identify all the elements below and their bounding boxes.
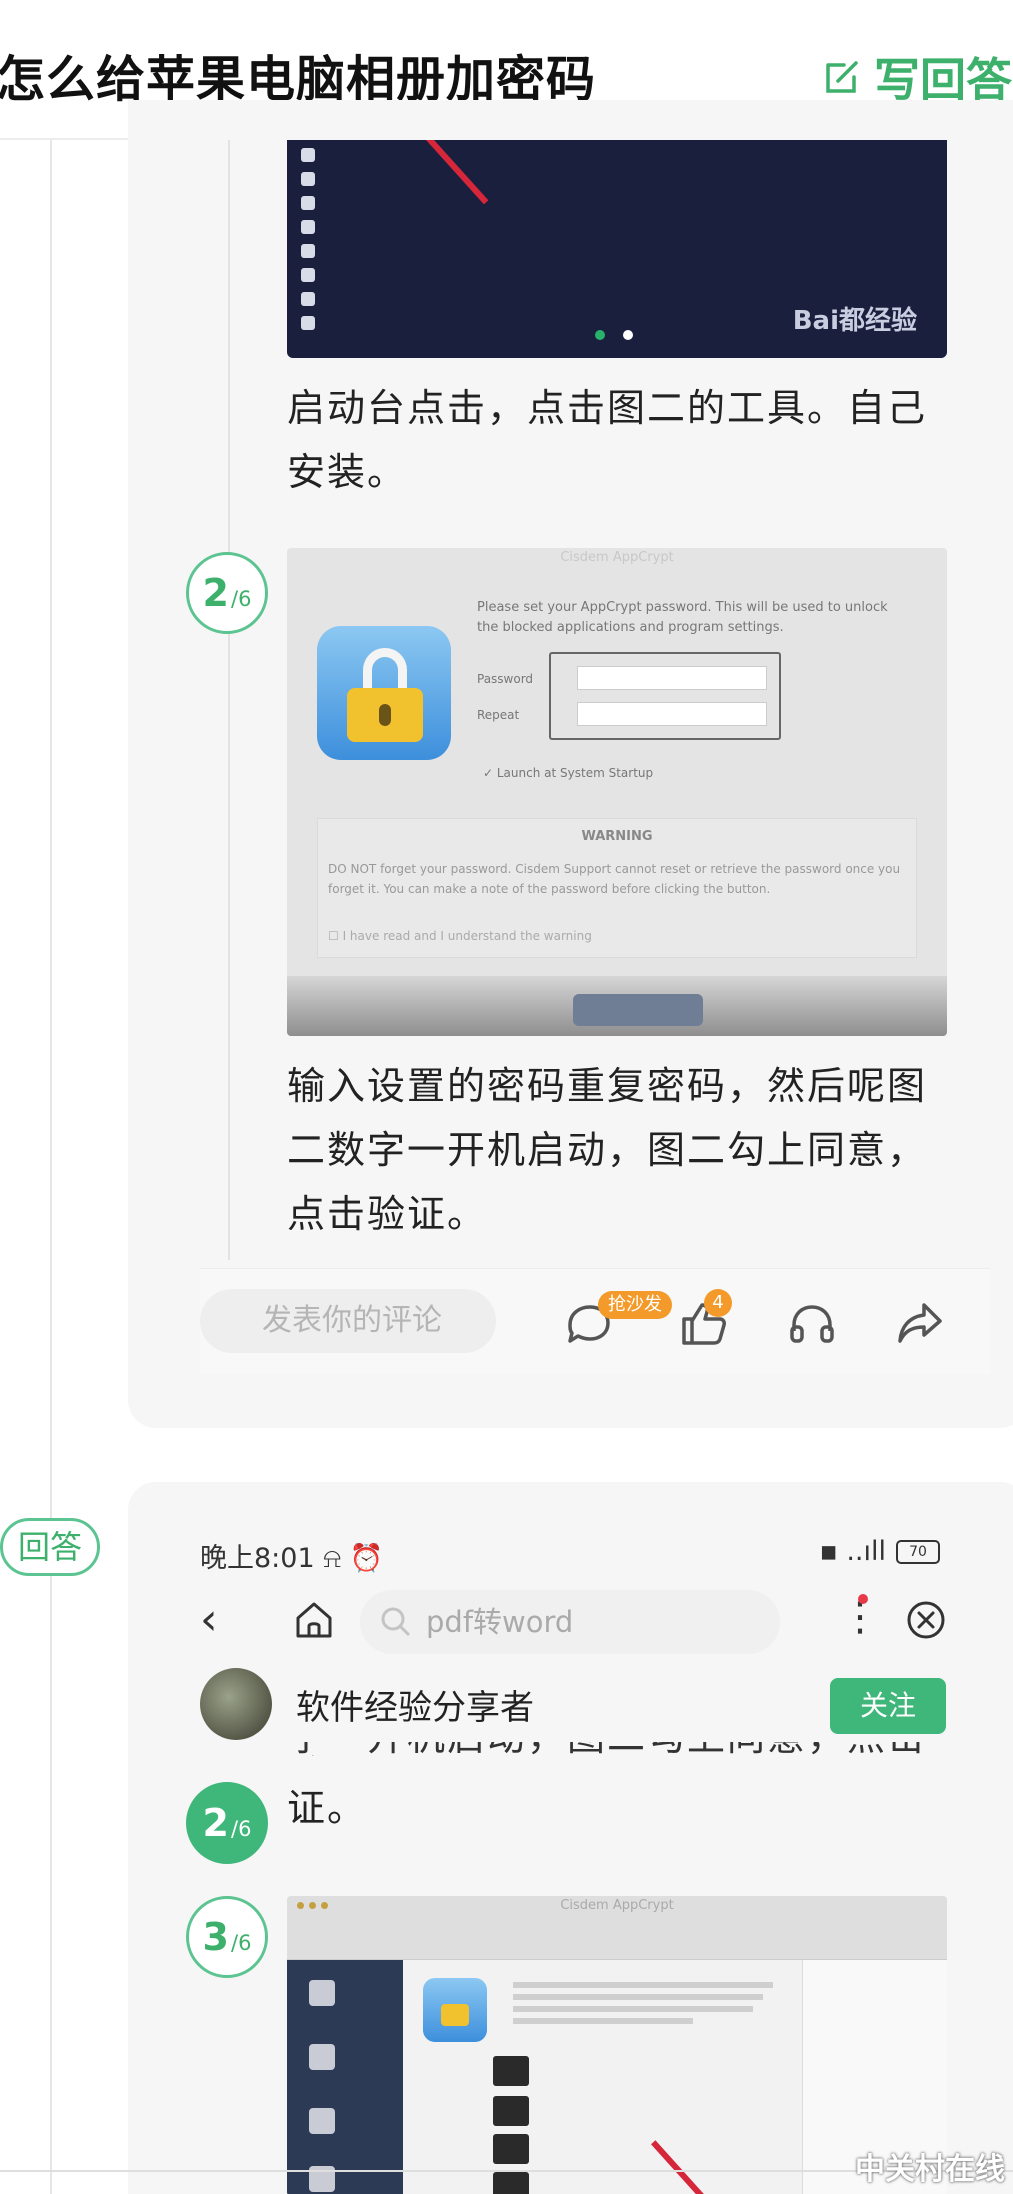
answer-tag: 回答	[0, 1518, 100, 1576]
headphones-icon	[790, 1305, 834, 1343]
step1-image[interactable]: Bai都经验	[287, 140, 947, 358]
warning-box: WARNING DO NOT forget your password. Cis…	[317, 818, 917, 958]
mac-sheet	[403, 1960, 803, 2194]
dialog-description: Please set your AppCrypt password. This …	[477, 600, 888, 635]
battery-icon: 70	[896, 1539, 940, 1564]
page: 怎么给苹果电脑相册加密码 写回答 Bai都经验 启动台点击，点击图二的工具。自己…	[0, 0, 1013, 2194]
step-number: 2	[202, 571, 229, 615]
author-name[interactable]: 软件经验分享者	[296, 1680, 534, 1729]
lock-icon	[317, 626, 451, 760]
avatar[interactable]	[200, 1668, 272, 1740]
step-badge: 3/6	[186, 1896, 268, 1978]
thread-line	[50, 140, 52, 2194]
step2-text: 输入设置的密码重复密码，然后呢图二数字一开机启动，图二勾上同意，点击验证。	[287, 1064, 928, 1236]
home-icon[interactable]	[292, 1598, 336, 1642]
share-button[interactable]	[892, 1295, 948, 1351]
step-total: /6	[231, 1931, 252, 1955]
listen-button[interactable]	[784, 1295, 840, 1351]
password-label: Password	[477, 672, 534, 686]
search-icon	[381, 1607, 410, 1636]
repeat-label: Repeat	[477, 708, 520, 722]
comment-input[interactable]: 发表你的评论	[200, 1289, 496, 1353]
edit-icon	[826, 61, 858, 93]
author-row: 软件经验分享者 关注	[200, 1668, 960, 1744]
image-watermark: Bai都经验	[792, 306, 917, 336]
repeat-field	[577, 702, 767, 726]
mac-toolbar: Cisdem AppCrypt	[287, 1896, 947, 1960]
share-icon	[898, 1303, 942, 1343]
dialog-footer	[287, 976, 947, 1036]
image-pager-dots	[595, 330, 633, 340]
embedded-nav-bar: ‹ pdf转word ⋮	[200, 1590, 960, 1654]
warning-text: DO NOT forget your password. Cisdem Supp…	[328, 862, 901, 896]
site-watermark: 中关村在线	[855, 2152, 1005, 2187]
mac-window-caption: Cisdem AppCrypt	[560, 1898, 674, 1913]
status-time: 晚上8:01 ⍾ ⏰	[200, 1543, 384, 1574]
step2-text: 证。	[287, 1786, 368, 1830]
step1-text: 启动台点击，点击图二的工具。自己安装。	[287, 386, 928, 494]
step-badge: 2/6	[186, 1782, 268, 1864]
clipped-text: 字一开机启动，图二勾上同意，点击验	[287, 1742, 947, 1756]
back-icon[interactable]: ‹	[200, 1598, 218, 1642]
notification-dot	[858, 1594, 868, 1604]
step-badge: 2/6	[186, 552, 268, 634]
search-input[interactable]: pdf转word	[360, 1590, 780, 1654]
comment-bar: 发表你的评论 抢沙发 4	[200, 1268, 990, 1374]
status-icons: ▪ ..ıll 70	[819, 1536, 940, 1567]
step3-image[interactable]: Cisdem AppCrypt	[287, 1896, 947, 2194]
launch-checkbox-row: ✓ Launch at System Startup	[483, 766, 654, 780]
like-count-badge: 4	[704, 1289, 732, 1317]
password-field	[577, 666, 767, 690]
step-line	[228, 140, 230, 1260]
dialog-caption: Cisdem AppCrypt	[560, 550, 674, 565]
embedded-status-bar: 晚上8:01 ⍾ ⏰ ▪ ..ıll 70	[200, 1536, 940, 1576]
step-number: 3	[202, 1915, 229, 1959]
dialog-confirm-button	[573, 994, 703, 1026]
mac-sidebar	[287, 1960, 403, 2194]
step2-image[interactable]: Cisdem AppCrypt Please set your AppCrypt…	[287, 548, 947, 1036]
signal-icon: ▪ ..ıll	[819, 1536, 886, 1567]
step-total: /6	[231, 1817, 252, 1841]
comment-badge: 抢沙发	[598, 1291, 672, 1319]
annotation-stroke	[417, 140, 489, 205]
lock-icon	[423, 1978, 487, 2042]
step-total: /6	[231, 587, 252, 611]
agree-checkbox-row: ☐ I have read and I understand the warni…	[328, 929, 592, 943]
warning-title: WARNING	[581, 829, 653, 844]
follow-button[interactable]: 关注	[830, 1678, 946, 1734]
launchpad-dock	[297, 140, 319, 358]
step-number: 2	[202, 1801, 229, 1845]
close-icon[interactable]	[904, 1598, 948, 1642]
